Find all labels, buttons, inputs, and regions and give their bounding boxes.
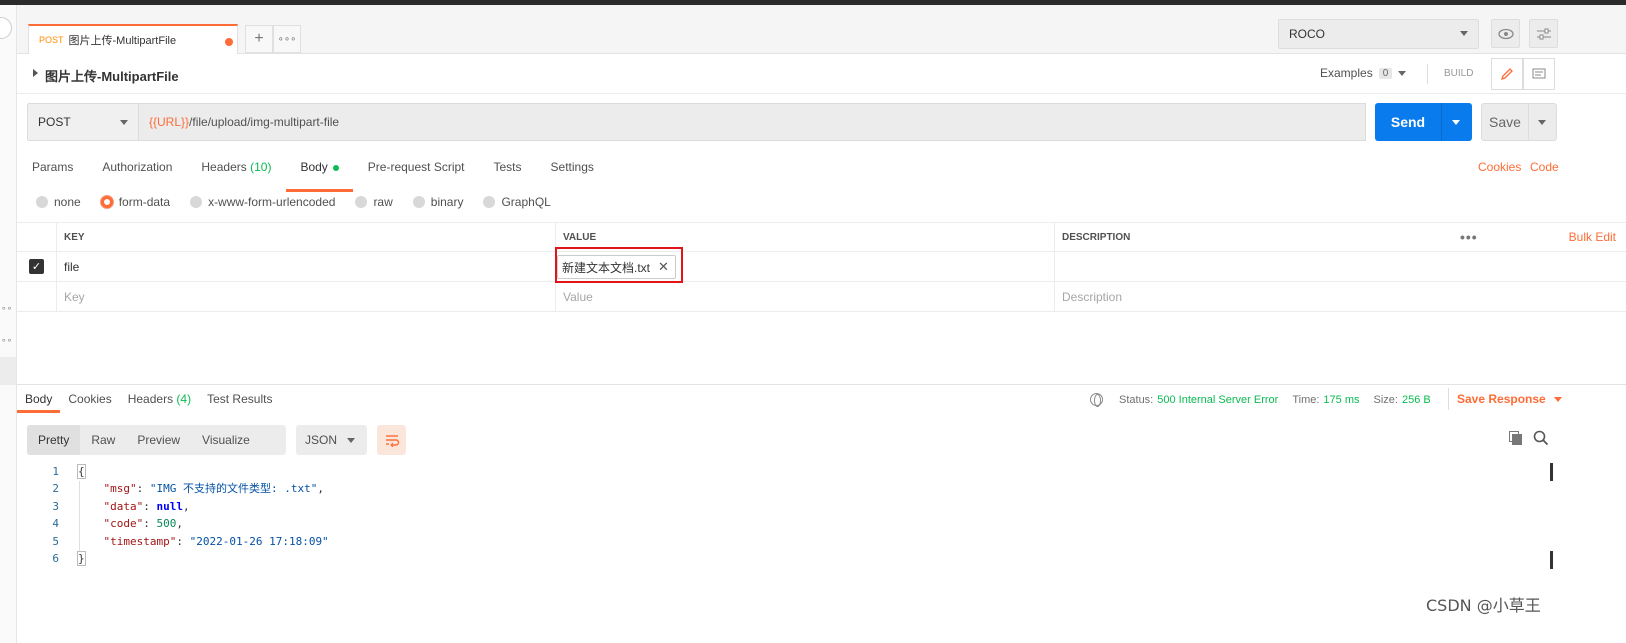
res-tab-test-results[interactable]: Test Results bbox=[207, 392, 272, 406]
chevron-down-icon bbox=[1398, 70, 1407, 76]
unsaved-dot-icon bbox=[225, 38, 233, 46]
radio-none[interactable]: none bbox=[36, 195, 81, 209]
chevron-down-icon bbox=[120, 120, 128, 125]
more-icon[interactable]: ∘∘ bbox=[1, 303, 12, 314]
tab-params[interactable]: Params bbox=[32, 160, 73, 184]
chevron-down-icon bbox=[347, 438, 355, 443]
view-mode-segmented: Pretty Raw Preview Visualize bbox=[27, 425, 286, 455]
method-select[interactable]: POST bbox=[27, 103, 139, 141]
body-indicator-dot bbox=[332, 164, 339, 171]
description-input[interactable] bbox=[1054, 252, 1626, 281]
build-label: BUILD bbox=[1427, 64, 1473, 84]
response-tabs: Body Cookies Headers (4) Test Results bbox=[16, 392, 288, 413]
res-tab-cookies[interactable]: Cookies bbox=[68, 392, 111, 406]
table-header-row: KEY VALUE DESCRIPTION ••• Bulk Edit bbox=[17, 222, 1626, 252]
sidebar-selected-item[interactable] bbox=[0, 357, 16, 385]
status-value[interactable]: 500 Internal Server Error bbox=[1157, 394, 1278, 406]
save-button[interactable]: Save bbox=[1481, 103, 1557, 141]
save-response-button[interactable]: Save Response bbox=[1448, 388, 1562, 410]
col-key: KEY bbox=[56, 223, 555, 251]
scrollbar[interactable] bbox=[1547, 463, 1555, 583]
search-icon[interactable] bbox=[1533, 430, 1549, 446]
request-tab-strip: POST 图片上传-MultipartFile + ∘∘∘ ROCO bbox=[17, 5, 1626, 54]
sidebar-rail: ∘∘ ∘∘ bbox=[0, 5, 17, 643]
tab-name: 图片上传-MultipartFile bbox=[68, 35, 177, 47]
save-label: Save bbox=[1489, 114, 1521, 130]
tab-method: POST bbox=[39, 35, 64, 45]
settings-sliders-icon[interactable] bbox=[1529, 19, 1558, 48]
send-label: Send bbox=[1390, 114, 1426, 130]
tab-pre-request-script[interactable]: Pre-request Script bbox=[368, 160, 465, 184]
tab-headers[interactable]: Headers (10) bbox=[201, 160, 271, 184]
description-placeholder[interactable]: Description bbox=[1054, 282, 1626, 311]
radio-x-www-form-urlencoded[interactable]: x-www-form-urlencoded bbox=[190, 195, 335, 209]
more-options-icon[interactable]: ••• bbox=[1460, 229, 1478, 245]
copy-icon[interactable] bbox=[1508, 430, 1524, 446]
radio-binary[interactable]: binary bbox=[412, 195, 463, 209]
tab-tests[interactable]: Tests bbox=[494, 160, 522, 184]
tab-settings[interactable]: Settings bbox=[551, 160, 594, 184]
examples-label: Examples bbox=[1320, 66, 1373, 80]
row-checkbox[interactable]: ✓ bbox=[29, 259, 44, 274]
form-data-table: KEY VALUE DESCRIPTION ••• Bulk Edit ✓ fi… bbox=[17, 222, 1626, 312]
send-dropdown-icon[interactable] bbox=[1452, 119, 1460, 125]
wrap-lines-icon[interactable] bbox=[377, 425, 406, 455]
view-visualize[interactable]: Visualize bbox=[191, 425, 261, 455]
response-divider[interactable] bbox=[17, 384, 1626, 385]
view-pretty[interactable]: Pretty bbox=[27, 425, 81, 455]
request-title[interactable]: 图片上传-MultipartFile bbox=[45, 66, 179, 85]
cookies-link[interactable]: Cookies bbox=[1478, 160, 1521, 174]
request-title-row: 图片上传-MultipartFile Examples 0 BUILD bbox=[17, 54, 1626, 94]
more-icon[interactable]: ∘∘ bbox=[1, 335, 12, 346]
response-status-bar: Status: 500 Internal Server Error Time: … bbox=[1090, 393, 1431, 407]
radio-graphql[interactable]: GraphQL bbox=[483, 195, 551, 209]
chevron-down-icon bbox=[1553, 396, 1562, 402]
url-variable: {{URL}} bbox=[149, 115, 190, 129]
send-button[interactable]: Send bbox=[1375, 103, 1472, 141]
environment-select[interactable]: ROCO bbox=[1278, 19, 1479, 49]
view-raw[interactable]: Raw bbox=[80, 425, 126, 455]
eye-icon[interactable] bbox=[1491, 19, 1520, 48]
size-value[interactable]: 256 B bbox=[1402, 394, 1431, 406]
view-preview[interactable]: Preview bbox=[126, 425, 191, 455]
sidebar-circle-button[interactable] bbox=[0, 17, 12, 39]
time-value[interactable]: 175 ms bbox=[1323, 394, 1359, 406]
tab-body[interactable]: Body bbox=[286, 160, 354, 192]
table-row-empty: Key Value Description bbox=[17, 282, 1626, 312]
bulk-edit-link[interactable]: Bulk Edit bbox=[1569, 230, 1616, 244]
body-type-radios: none form-data x-www-form-urlencoded raw… bbox=[36, 195, 571, 209]
tab-authorization[interactable]: Authorization bbox=[102, 160, 172, 184]
format-select[interactable]: JSON bbox=[296, 425, 367, 455]
code-link[interactable]: Code bbox=[1530, 160, 1559, 174]
key-placeholder[interactable]: Key bbox=[56, 282, 555, 311]
examples-dropdown[interactable]: Examples 0 bbox=[1320, 66, 1407, 80]
radio-form-data[interactable]: form-data bbox=[100, 195, 170, 209]
request-tabs: Params Authorization Headers (10) Body P… bbox=[32, 160, 623, 192]
edit-pencil-icon[interactable] bbox=[1491, 58, 1523, 90]
watermark-text: CSDN @小草王 bbox=[1426, 596, 1541, 615]
col-description: DESCRIPTION ••• Bulk Edit bbox=[1054, 223, 1626, 251]
indent-guide bbox=[79, 481, 80, 551]
tab-options-button[interactable]: ∘∘∘ bbox=[273, 25, 301, 53]
save-dropdown-icon[interactable] bbox=[1538, 119, 1546, 125]
url-path: /file/upload/img-multipart-file bbox=[189, 115, 340, 129]
request-tab[interactable]: POST 图片上传-MultipartFile bbox=[28, 24, 238, 54]
value-placeholder[interactable]: Value bbox=[555, 282, 1054, 311]
environment-selected: ROCO bbox=[1289, 27, 1325, 41]
highlight-box bbox=[555, 247, 683, 283]
comments-icon[interactable] bbox=[1523, 58, 1555, 90]
expand-triangle-icon[interactable] bbox=[33, 69, 38, 77]
res-tab-headers[interactable]: Headers (4) bbox=[128, 392, 191, 406]
method-value: POST bbox=[38, 115, 71, 129]
table-row: ✓ file 新建文本文档.txt ✕ bbox=[17, 252, 1626, 282]
examples-count: 0 bbox=[1378, 67, 1393, 79]
url-input[interactable]: {{URL}}/file/upload/img-multipart-file bbox=[138, 103, 1366, 141]
radio-raw[interactable]: raw bbox=[355, 195, 393, 209]
key-input[interactable]: file bbox=[56, 252, 555, 281]
new-tab-button[interactable]: + bbox=[245, 25, 273, 53]
globe-icon[interactable] bbox=[1090, 393, 1103, 407]
res-tab-body[interactable]: Body bbox=[16, 392, 61, 413]
chevron-down-icon bbox=[1460, 31, 1468, 36]
